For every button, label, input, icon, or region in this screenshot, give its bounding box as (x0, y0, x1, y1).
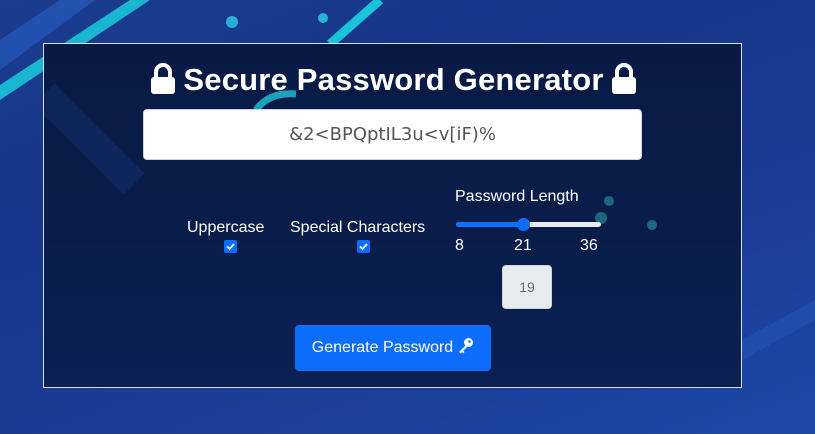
generate-button-label: Generate Password (311, 339, 454, 356)
length-min-label: 8 (455, 237, 464, 254)
password-length-slider[interactable] (456, 216, 601, 234)
page-title: Secure Password Generator (44, 62, 741, 98)
generator-panel: Secure Password Generator &2<BPQptIL3u<v… (43, 43, 742, 388)
title-text: Secure Password Generator (183, 62, 604, 97)
uppercase-checkbox[interactable] (224, 240, 237, 253)
generate-password-button[interactable]: Generate Password (295, 325, 491, 371)
check-icon (226, 243, 235, 251)
length-number-input[interactable]: 19 (502, 265, 552, 309)
slider-thumb[interactable] (517, 218, 531, 231)
lock-icon (151, 63, 176, 94)
password-output[interactable]: &2<BPQptIL3u<v[iF)% (143, 109, 642, 160)
special-characters-checkbox[interactable] (357, 240, 370, 253)
key-icon (459, 338, 474, 354)
slider-fill (456, 222, 524, 227)
uppercase-label: Uppercase (187, 219, 265, 236)
length-max-label: 36 (580, 237, 598, 254)
password-length-label: Password Length (455, 188, 579, 205)
lock-icon (611, 63, 636, 94)
special-characters-label: Special Characters (290, 219, 426, 236)
length-current-label: 21 (514, 237, 532, 254)
check-icon (359, 243, 368, 251)
